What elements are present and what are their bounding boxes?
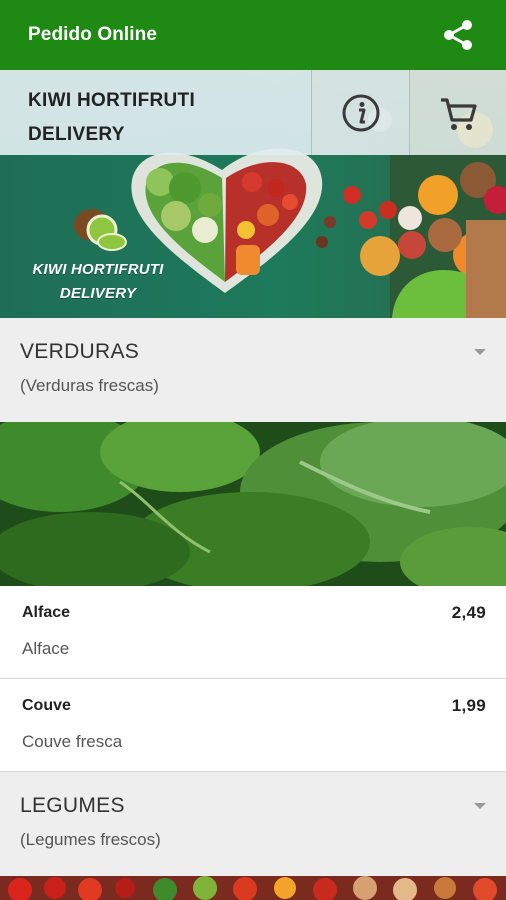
product-item[interactable]: Alface 2,49 Alface — [0, 586, 506, 679]
category-image-verduras — [0, 422, 506, 586]
product-name: Alface — [22, 604, 71, 621]
category-title: LEGUMES — [20, 794, 125, 817]
product-description: Alface — [22, 639, 70, 658]
share-icon — [444, 20, 472, 50]
cart-icon — [441, 97, 477, 130]
product-price: 1,99 — [451, 696, 486, 715]
store-name: KIWI HORTIFRUTI DELIVERY — [28, 90, 196, 145]
store-info-button[interactable] — [312, 70, 410, 155]
category-subtitle: (Legumes frescos) — [20, 830, 161, 849]
store-name-panel: KIWI HORTIFRUTI DELIVERY — [0, 70, 312, 155]
cart-button[interactable] — [410, 70, 506, 155]
share-button[interactable] — [440, 17, 476, 53]
category-header-legumes[interactable]: LEGUMES (Legumes frescos) — [0, 772, 506, 876]
lettuce-image — [0, 422, 506, 586]
product-price: 2,49 — [451, 603, 486, 622]
product-name: Couve — [22, 697, 71, 714]
category-image-legumes — [0, 876, 506, 900]
product-item[interactable]: Couve 1,99 Couve fresca — [0, 679, 506, 772]
product-description: Couve fresca — [22, 732, 123, 751]
info-icon — [342, 94, 379, 131]
store-banner: KIWI HORTIFRUTI DELIVERY KIWI HORTIFRUTI… — [0, 70, 506, 318]
category-header-verduras[interactable]: VERDURAS (Verduras frescas) — [0, 318, 506, 422]
caret-down-icon — [474, 349, 486, 355]
category-title: VERDURAS — [20, 340, 140, 363]
store-logo: KIWI HORTIFRUTI DELIVERY — [32, 261, 164, 302]
vegetables-image — [0, 876, 506, 900]
category-subtitle: (Verduras frescas) — [20, 376, 159, 395]
app-title: Pedido Online — [28, 24, 158, 45]
app-bar: Pedido Online — [0, 0, 506, 70]
caret-down-icon — [474, 803, 486, 809]
